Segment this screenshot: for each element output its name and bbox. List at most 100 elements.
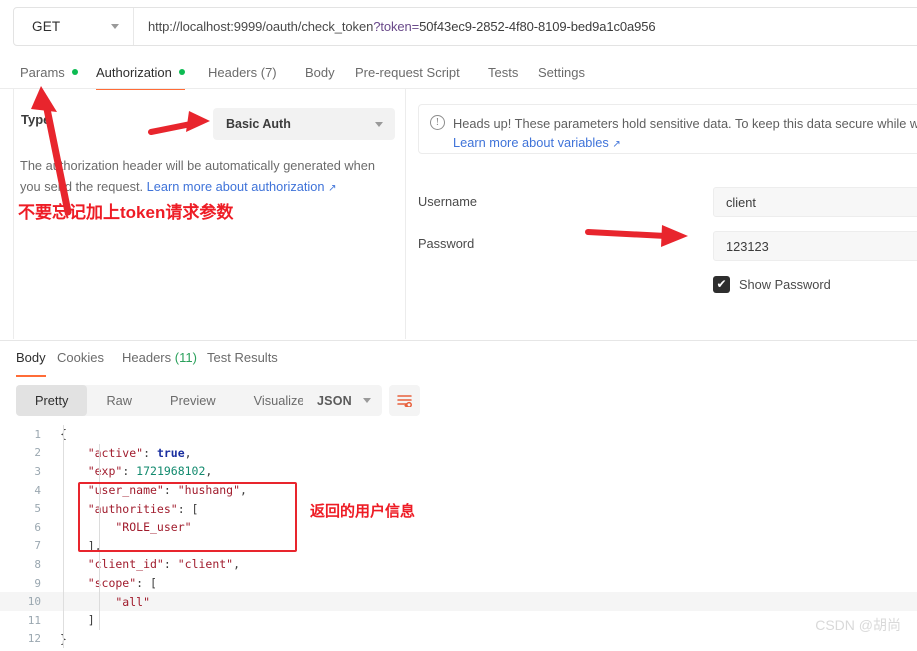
response-format-label: JSON	[317, 393, 352, 408]
tab-tests[interactable]: Tests	[488, 56, 518, 88]
username-input[interactable]: client	[713, 187, 917, 217]
code-line: 3 "exp": 1721968102,	[0, 462, 917, 481]
view-mode-raw[interactable]: Raw	[87, 385, 151, 416]
tab-headers[interactable]: Headers (7)	[208, 56, 277, 88]
code-line-text: }	[52, 632, 67, 646]
indent-guide	[99, 610, 100, 630]
line-number: 8	[34, 557, 41, 571]
external-link-icon: ↗	[612, 139, 621, 150]
line-number: 10	[27, 595, 41, 609]
password-label: Password	[418, 236, 475, 251]
tab-params[interactable]: Params	[20, 56, 78, 88]
response-format-dropdown[interactable]: JSON	[303, 385, 382, 416]
code-line-text: "exp": 1721968102,	[60, 464, 213, 479]
url-input[interactable]: http://localhost:9999/oauth/check_token?…	[134, 8, 656, 45]
active-tab-underline	[16, 375, 46, 377]
learn-more-variables-label: Learn more about variables	[453, 135, 609, 150]
request-tab-bar: Params Authorization Headers (7) Body Pr…	[0, 56, 917, 90]
tab-settings-label: Settings	[538, 64, 585, 80]
code-line: 1{	[0, 425, 917, 444]
auth-panel-vertical-divider	[405, 89, 406, 339]
tab-bar-divider	[0, 88, 917, 89]
line-number: 1	[34, 427, 41, 441]
sensitive-data-banner: ! Heads up! These parameters hold sensit…	[418, 104, 917, 154]
tab-test-results-label: Test Results	[207, 350, 278, 365]
postman-window: GET http://localhost:9999/oauth/check_to…	[0, 0, 917, 651]
tab-pre-request-script-label: Pre-request Script	[355, 64, 460, 80]
line-number: 3	[34, 464, 41, 478]
code-line-text: "scope": [	[87, 576, 157, 591]
auth-type-value: Basic Auth	[226, 117, 291, 131]
learn-more-authorization-link[interactable]: Learn more about authorization ↗	[147, 179, 337, 194]
unsaved-dot-icon	[71, 69, 78, 75]
tab-test-results[interactable]: Test Results	[207, 350, 278, 374]
learn-more-authorization-label: Learn more about authorization	[146, 179, 325, 194]
tab-response-headers[interactable]: Headers (11)	[122, 350, 197, 374]
code-line: 11 ]	[0, 610, 917, 630]
tab-headers-label: Headers (7)	[208, 64, 277, 80]
tab-body-label: Body	[305, 64, 335, 80]
gutter-divider	[63, 555, 64, 574]
username-label: Username	[418, 194, 478, 209]
chevron-down-icon	[375, 121, 383, 127]
code-line: 8 "client_id": "client",	[0, 555, 917, 574]
tab-response-headers-label: Headers	[122, 350, 175, 365]
annotation-highlight-box	[78, 482, 297, 552]
wrap-text-button[interactable]	[389, 385, 420, 416]
code-line: 12}	[0, 629, 917, 649]
auth-type-dropdown[interactable]: Basic Auth	[213, 108, 395, 140]
unsaved-dot-icon	[178, 69, 185, 75]
gutter-divider	[63, 443, 64, 463]
gutter-divider	[63, 536, 64, 556]
gutter-divider	[63, 573, 64, 593]
indent-guide	[99, 592, 100, 611]
learn-more-variables-link[interactable]: Learn more about variables ↗	[453, 135, 621, 150]
auth-description: The authorization header will be automat…	[20, 155, 390, 199]
line-number: 6	[34, 520, 41, 534]
tab-params-label: Params	[20, 64, 65, 80]
line-number: 5	[34, 502, 41, 516]
tab-authorization[interactable]: Authorization	[96, 56, 185, 90]
gutter-divider	[63, 480, 64, 500]
view-mode-preview[interactable]: Preview	[151, 385, 235, 416]
indent-guide	[99, 443, 100, 463]
auth-type-label: Type	[21, 112, 51, 127]
show-password-label: Show Password	[739, 277, 831, 292]
warning-circle-icon: !	[430, 115, 445, 130]
password-input[interactable]: 123123	[713, 231, 917, 261]
tab-cookies[interactable]: Cookies	[57, 350, 104, 374]
chevron-down-icon	[362, 398, 371, 403]
tab-pre-request-script[interactable]: Pre-request Script	[355, 56, 460, 88]
checkbox-checked-icon[interactable]: ✔	[713, 276, 730, 293]
code-line-text: {	[52, 427, 67, 441]
http-method-selector[interactable]: GET	[14, 8, 134, 45]
code-line: 2 "active": true,	[0, 443, 917, 463]
line-number: 11	[27, 613, 41, 627]
line-number: 9	[34, 576, 41, 590]
gutter-divider	[63, 425, 64, 444]
code-line-text: "all"	[60, 594, 151, 609]
wrap-text-icon	[397, 395, 412, 407]
sensitive-data-banner-text: Heads up! These parameters hold sensitiv…	[453, 116, 917, 131]
auth-panel-left-edge	[13, 89, 14, 339]
http-method-label: GET	[32, 19, 61, 34]
gutter-divider	[63, 592, 64, 611]
view-mode-pretty[interactable]: Pretty	[16, 385, 88, 416]
response-section-divider	[0, 340, 917, 341]
tab-response-body[interactable]: Body	[16, 350, 46, 377]
code-line-text: "active": true,	[60, 445, 192, 460]
show-password-toggle[interactable]: ✔ Show Password	[713, 276, 831, 293]
indent-guide	[99, 462, 100, 481]
tab-settings[interactable]: Settings	[538, 56, 585, 88]
response-view-mode-group: Pretty Raw Preview Visualize	[16, 385, 324, 416]
response-tab-bar: Body Cookies Headers (11) Test Results	[0, 350, 917, 378]
line-number: 2	[34, 446, 41, 460]
indent-guide	[99, 573, 100, 593]
tab-tests-label: Tests	[488, 64, 519, 80]
arrow-right-to-auth-type	[148, 111, 210, 135]
line-number: 7	[34, 539, 41, 553]
chevron-down-icon	[111, 24, 119, 29]
tab-body[interactable]: Body	[305, 56, 335, 88]
url-base-text: http://localhost:9999/oauth/check_token	[148, 19, 374, 34]
annotation-userinfo-note: 返回的用户信息	[310, 503, 416, 520]
